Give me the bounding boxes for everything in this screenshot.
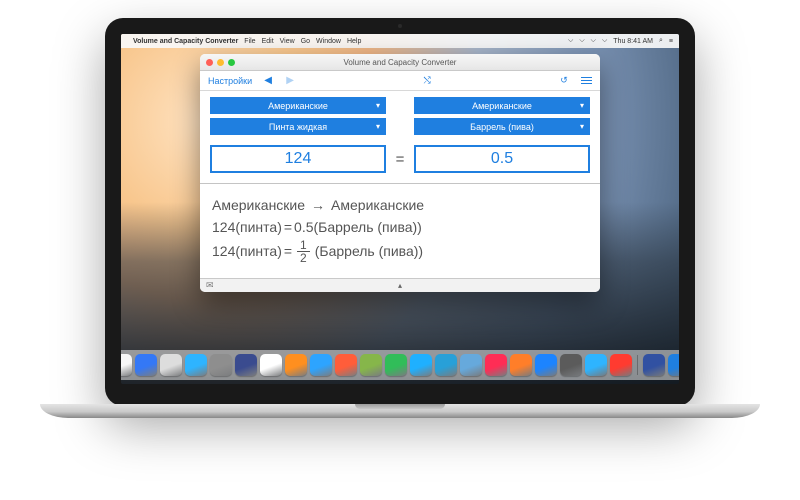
fraction-denominator: 2 — [297, 252, 310, 264]
from-system-label: Американские — [268, 101, 328, 111]
dock-app-icon[interactable] — [585, 354, 607, 376]
from-unit-label: Пинта жидкая — [269, 122, 327, 132]
result-fraction: 1 2 — [297, 239, 310, 264]
result-decimal-line: 124(пинта) = 0.5(Баррель (пива)) — [212, 216, 588, 238]
mail-icon[interactable]: ✉ — [206, 280, 214, 291]
menu-go[interactable]: Go — [301, 38, 310, 45]
menu-help[interactable]: Help — [347, 38, 361, 45]
dock — [121, 350, 679, 380]
dock-app-icon[interactable] — [135, 354, 157, 376]
conversion-controls: Американские Американские Пинта жидкая Б… — [200, 91, 600, 183]
dock-app-icon[interactable] — [668, 354, 679, 376]
menu-edit[interactable]: Edit — [262, 38, 274, 45]
battery-icon[interactable]: ⌵ — [602, 37, 607, 45]
to-unit-label: Баррель (пива) — [470, 122, 534, 132]
search-icon[interactable]: ⌕ — [659, 37, 663, 45]
close-button[interactable] — [206, 59, 213, 66]
result-fraction-lhs: 124(пинта) — [212, 240, 282, 262]
dock-app-icon[interactable] — [335, 354, 357, 376]
to-value: 0.5 — [491, 150, 513, 168]
dock-app-icon[interactable] — [160, 354, 182, 376]
window-title: Volume and Capacity Converter — [200, 58, 600, 67]
dock-app-icon[interactable] — [560, 354, 582, 376]
result-from-system: Американские — [212, 194, 305, 216]
to-value-output[interactable]: 0.5 — [414, 145, 590, 173]
dock-app-icon[interactable] — [285, 354, 307, 376]
dock-separator — [637, 355, 638, 375]
result-decimal-eq: = — [284, 216, 292, 238]
menu-file[interactable]: File — [244, 38, 255, 45]
macbook-mockup: Volume and Capacity Converter File Edit … — [105, 18, 695, 418]
settings-button[interactable]: Настройки — [208, 76, 252, 86]
result-fraction-rhs: (Баррель (пива)) — [315, 240, 423, 262]
to-system-select[interactable]: Американские — [414, 97, 590, 114]
equals-label: = — [386, 151, 414, 168]
dock-app-icon[interactable] — [360, 354, 382, 376]
converter-window: Volume and Capacity Converter Настройки … — [200, 54, 600, 292]
dock-app-icon[interactable] — [260, 354, 282, 376]
result-to-system: Американские — [331, 194, 424, 216]
minimize-button[interactable] — [217, 59, 224, 66]
camera-icon — [398, 24, 402, 28]
fraction-numerator: 1 — [297, 239, 310, 252]
app-toolbar: Настройки ◀ ▶ ⤭ ↺ — [200, 71, 600, 91]
from-value: 124 — [285, 150, 312, 168]
dock-app-icon[interactable] — [460, 354, 482, 376]
result-decimal-lhs: 124(пинта) — [212, 216, 282, 238]
screen-bezel: Volume and Capacity Converter File Edit … — [105, 18, 695, 406]
dock-app-icon[interactable] — [643, 354, 665, 376]
menubar-clock[interactable]: Thu 8:41 AM — [613, 38, 653, 45]
swap-button[interactable]: ⤭ — [421, 75, 433, 86]
dock-app-icon[interactable] — [510, 354, 532, 376]
from-unit-select[interactable]: Пинта жидкая — [210, 118, 386, 135]
dock-app-icon[interactable] — [410, 354, 432, 376]
window-titlebar: Volume and Capacity Converter — [200, 54, 600, 71]
window-footer: ✉ ▴ — [200, 278, 600, 292]
result-fraction-eq: = — [284, 240, 292, 262]
laptop-base — [40, 404, 760, 418]
zoom-button[interactable] — [228, 59, 235, 66]
dock-app-icon[interactable] — [310, 354, 332, 376]
dock-app-icon[interactable] — [210, 354, 232, 376]
dock-app-icon[interactable] — [535, 354, 557, 376]
traffic-lights — [206, 59, 235, 66]
notifications-icon[interactable]: ≡ — [669, 38, 673, 45]
volume-icon[interactable]: ⌵ — [591, 37, 596, 45]
history-forward-button[interactable]: ▶ — [284, 75, 296, 86]
result-area: Американские → Американские 124(пинта) =… — [200, 184, 600, 278]
menu-view[interactable]: View — [280, 38, 295, 45]
menu-icon[interactable] — [580, 77, 592, 85]
menu-window[interactable]: Window — [316, 38, 341, 45]
macos-menubar: Volume and Capacity Converter File Edit … — [121, 34, 679, 48]
wifi-icon[interactable]: ⌵ — [579, 37, 584, 45]
undo-button[interactable]: ↺ — [558, 75, 570, 86]
to-unit-select[interactable]: Баррель (пива) — [414, 118, 590, 135]
expand-up-icon[interactable]: ▴ — [398, 281, 402, 290]
result-fraction-line: 124(пинта) = 1 2 (Баррель (пива)) — [212, 239, 588, 264]
dock-app-icon[interactable] — [185, 354, 207, 376]
result-systems-line: Американские → Американские — [212, 194, 588, 216]
dock-app-icon[interactable] — [121, 354, 132, 376]
dock-app-icon[interactable] — [235, 354, 257, 376]
from-value-input[interactable]: 124 — [210, 145, 386, 173]
bluetooth-icon[interactable]: ⌵ — [568, 37, 573, 45]
arrow-right-icon: → — [311, 194, 325, 216]
dock-app-icon[interactable] — [435, 354, 457, 376]
dock-app-icon[interactable] — [485, 354, 507, 376]
dock-app-icon[interactable] — [610, 354, 632, 376]
to-system-label: Американские — [472, 101, 532, 111]
result-decimal-rhs: 0.5(Баррель (пива)) — [294, 216, 422, 238]
menubar-app-name[interactable]: Volume and Capacity Converter — [133, 38, 238, 45]
dock-app-icon[interactable] — [385, 354, 407, 376]
from-system-select[interactable]: Американские — [210, 97, 386, 114]
history-back-button[interactable]: ◀ — [262, 75, 274, 86]
desktop-screen: Volume and Capacity Converter File Edit … — [121, 34, 679, 384]
